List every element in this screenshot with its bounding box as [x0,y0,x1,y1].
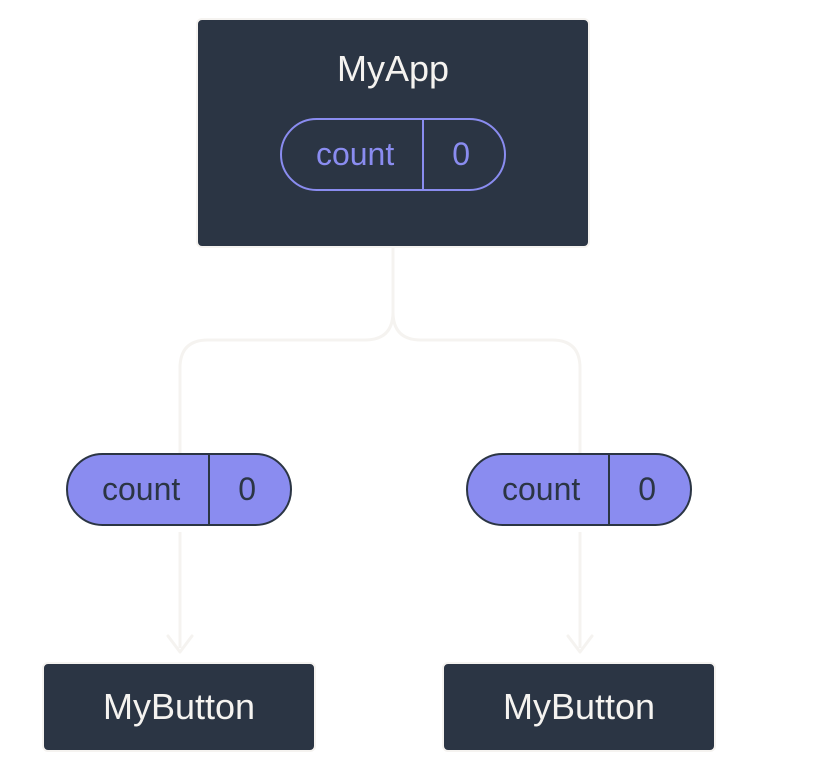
parent-component-title: MyApp [337,48,449,90]
child-component-right-title: MyButton [503,686,655,728]
prop-pill-right-value: 0 [610,455,690,524]
child-component-left: MyButton [42,662,316,752]
child-component-left-title: MyButton [103,686,255,728]
prop-pill-left-label: count [68,455,210,524]
component-tree-diagram: MyApp count 0 count 0 count 0 MyButton M… [0,0,820,770]
state-pill-label: count [282,120,424,189]
prop-pill-right: count 0 [466,453,692,526]
child-component-right: MyButton [442,662,716,752]
parent-component-box: MyApp count 0 [196,18,590,248]
state-pill-value: 0 [424,120,504,189]
prop-pill-left-value: 0 [210,455,290,524]
state-pill: count 0 [280,118,506,191]
prop-pill-left: count 0 [66,453,292,526]
prop-pill-right-label: count [468,455,610,524]
